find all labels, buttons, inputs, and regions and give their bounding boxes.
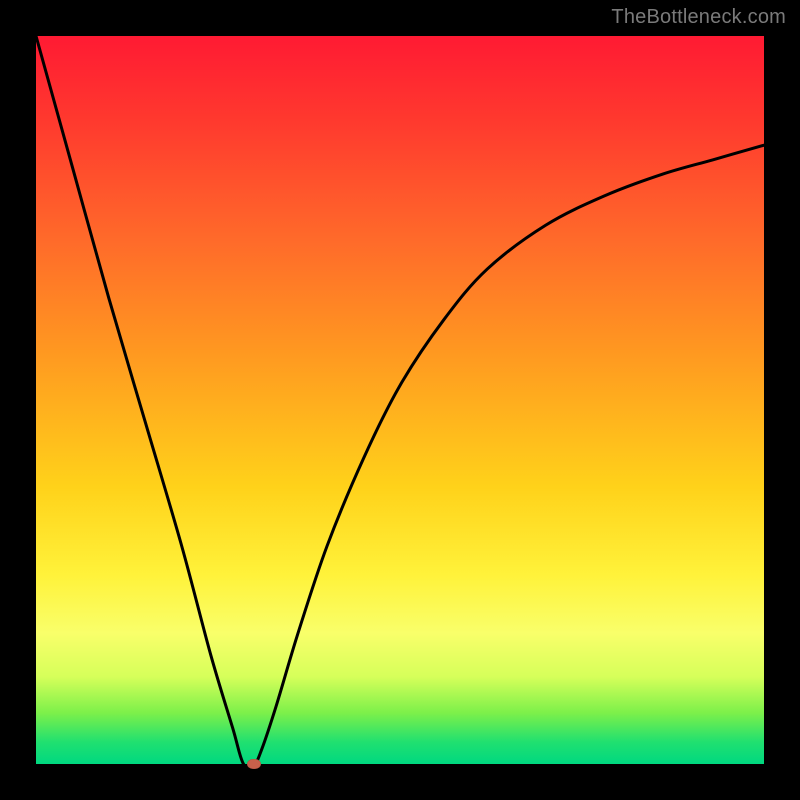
chart-frame: TheBottleneck.com: [0, 0, 800, 800]
watermark-text: TheBottleneck.com: [611, 6, 786, 29]
plot-area: [36, 36, 764, 764]
bottleneck-curve: [36, 36, 764, 764]
min-marker-dot: [247, 759, 261, 769]
